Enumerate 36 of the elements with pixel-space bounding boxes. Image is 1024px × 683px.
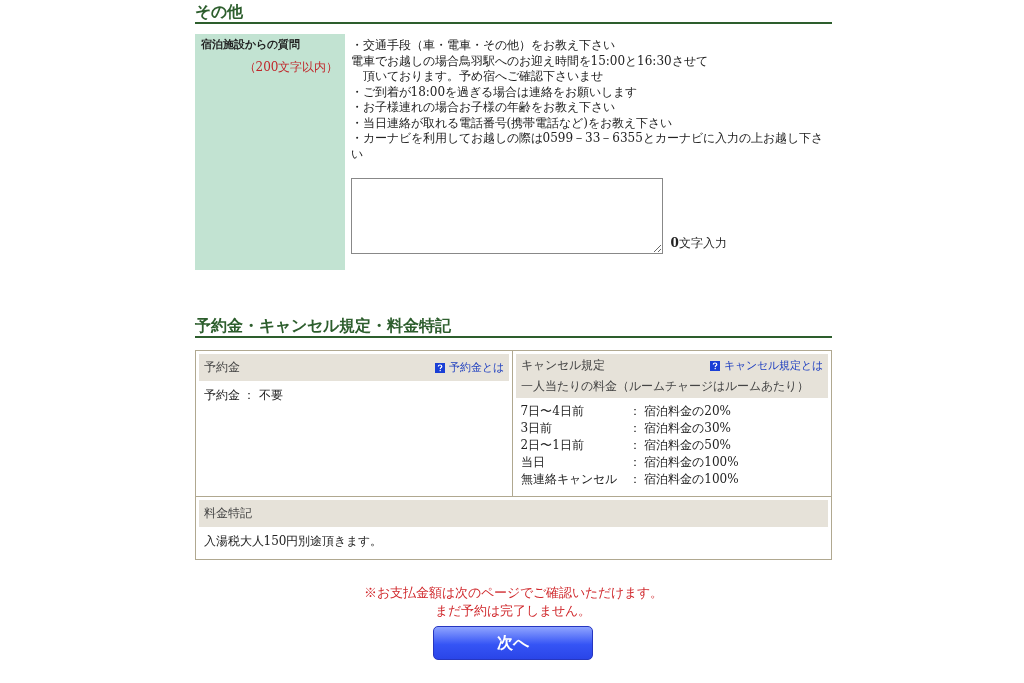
question-text: ・当日連絡が取れる電話番号(携帯電話など)をお教え下さい xyxy=(350,115,673,131)
section-heading: 予約金・キャンセル規定・料金特記 xyxy=(194,314,832,338)
help-icon xyxy=(434,362,445,373)
section-heading: その他 xyxy=(194,0,832,24)
cancel-subtitle: 一人当たりの料金（ルームチャージはルームあたり） xyxy=(520,378,810,395)
cancel-fee: ： 宿泊料金の20% xyxy=(628,403,732,420)
cancel-fee: ： 宿泊料金の50% xyxy=(628,437,732,454)
notice-text: ※お支払金額は次のページでご確認いただけます。 xyxy=(362,584,664,602)
cancel-period: 3日前 xyxy=(520,420,554,437)
special-title: 料金特記 xyxy=(203,505,252,522)
cancel-fee: ： 宿泊料金の30% xyxy=(628,420,732,437)
notice-text: まだ予約は完了しません。 xyxy=(434,602,592,620)
cancel-period: 2日〜1日前 xyxy=(520,437,585,454)
cancel-fee: ： 宿泊料金の100% xyxy=(628,471,739,488)
question-text: 頂いております。予め宿へご確認下さいませ xyxy=(361,69,604,85)
help-link[interactable]: キャンセル規定とは xyxy=(709,358,823,373)
cancel-title: キャンセル規定 xyxy=(520,357,605,374)
question-text: ・交通手段（車・電車・その他）をお教え下さい xyxy=(350,38,616,54)
question-text: 電車でお越しの場合鳥羽駅へのお迎え時間を15:00と16:30させて xyxy=(350,53,709,69)
deposit-text: 予約金 ： 不要 xyxy=(202,387,285,404)
limit-note: （200文字以内） xyxy=(243,59,339,76)
deposit-title: 予約金 xyxy=(203,359,240,376)
question-label: 宿泊施設からの質問 xyxy=(200,38,301,52)
cancel-period: 当日 xyxy=(520,454,546,471)
char-count: 0文字入力 xyxy=(670,235,727,252)
question-text: ・お子様連れの場合お子様の年齢をお教え下さい xyxy=(350,100,616,116)
question-text: ・カーナビを利用してお越しの際は0599－33－6355とカーナビに入力の上お越し下さい xyxy=(350,131,824,162)
special-text: 入湯税大人150円別途頂きます。 xyxy=(202,533,384,550)
answer-field[interactable] xyxy=(350,178,663,254)
cancel-fee: ： 宿泊料金の100% xyxy=(628,454,739,471)
cancel-period: 7日〜4日前 xyxy=(520,403,585,420)
question-text: ・ご到着が18:00を過ぎる場合は連絡をお願いします xyxy=(350,84,639,100)
next-button[interactable]: 次へ xyxy=(433,626,593,660)
help-link[interactable]: 予約金とは xyxy=(434,360,504,375)
cancel-period: 無連絡キャンセル xyxy=(520,471,618,488)
help-icon xyxy=(709,360,720,371)
